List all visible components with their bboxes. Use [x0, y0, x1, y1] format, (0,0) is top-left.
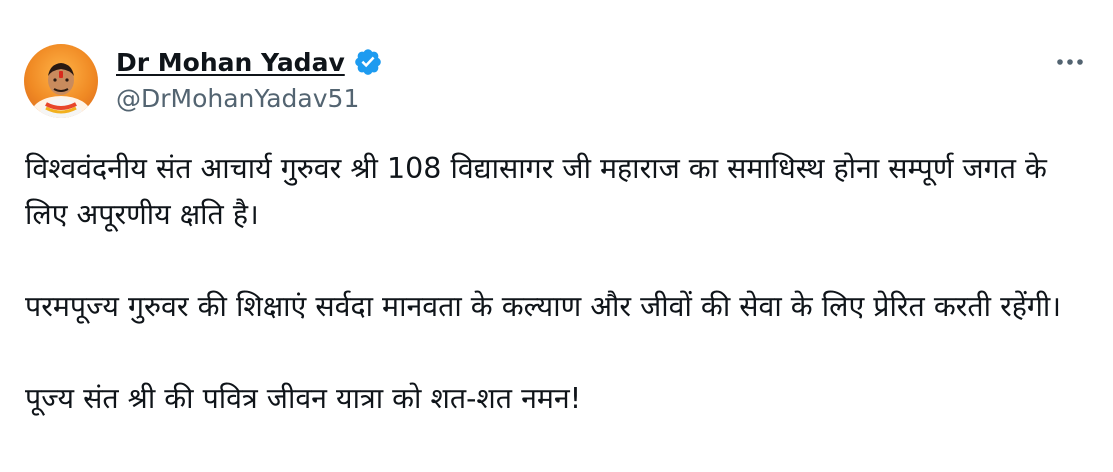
- tweet-paragraph: परमपूज्य गुरुवर की शिक्षाएं सर्वदा मानवत…: [25, 290, 1062, 323]
- author-avatar[interactable]: [24, 44, 98, 118]
- tweet-paragraph: विश्ववंदनीय संत आचार्य गुरुवर श्री 108 व…: [25, 152, 1047, 231]
- author-display-name[interactable]: Dr Mohan Yadav: [116, 48, 345, 77]
- tweet-text: विश्ववंदनीय संत आचार्य गुरुवर श्री 108 व…: [25, 146, 1095, 422]
- tweet-paragraph: पूज्य संत श्री की पवित्र जीवन यात्रा को …: [25, 382, 582, 415]
- more-options-icon[interactable]: [1052, 52, 1088, 72]
- author-name-row: Dr Mohan Yadav: [116, 46, 383, 78]
- author-handle[interactable]: @DrMohanYadav51: [116, 84, 359, 113]
- verified-badge-icon[interactable]: [353, 47, 383, 77]
- avatar-portrait-icon: [31, 63, 91, 118]
- tweet-card: Dr Mohan Yadav @DrMohanYadav51 विश्ववंदन…: [0, 0, 1113, 472]
